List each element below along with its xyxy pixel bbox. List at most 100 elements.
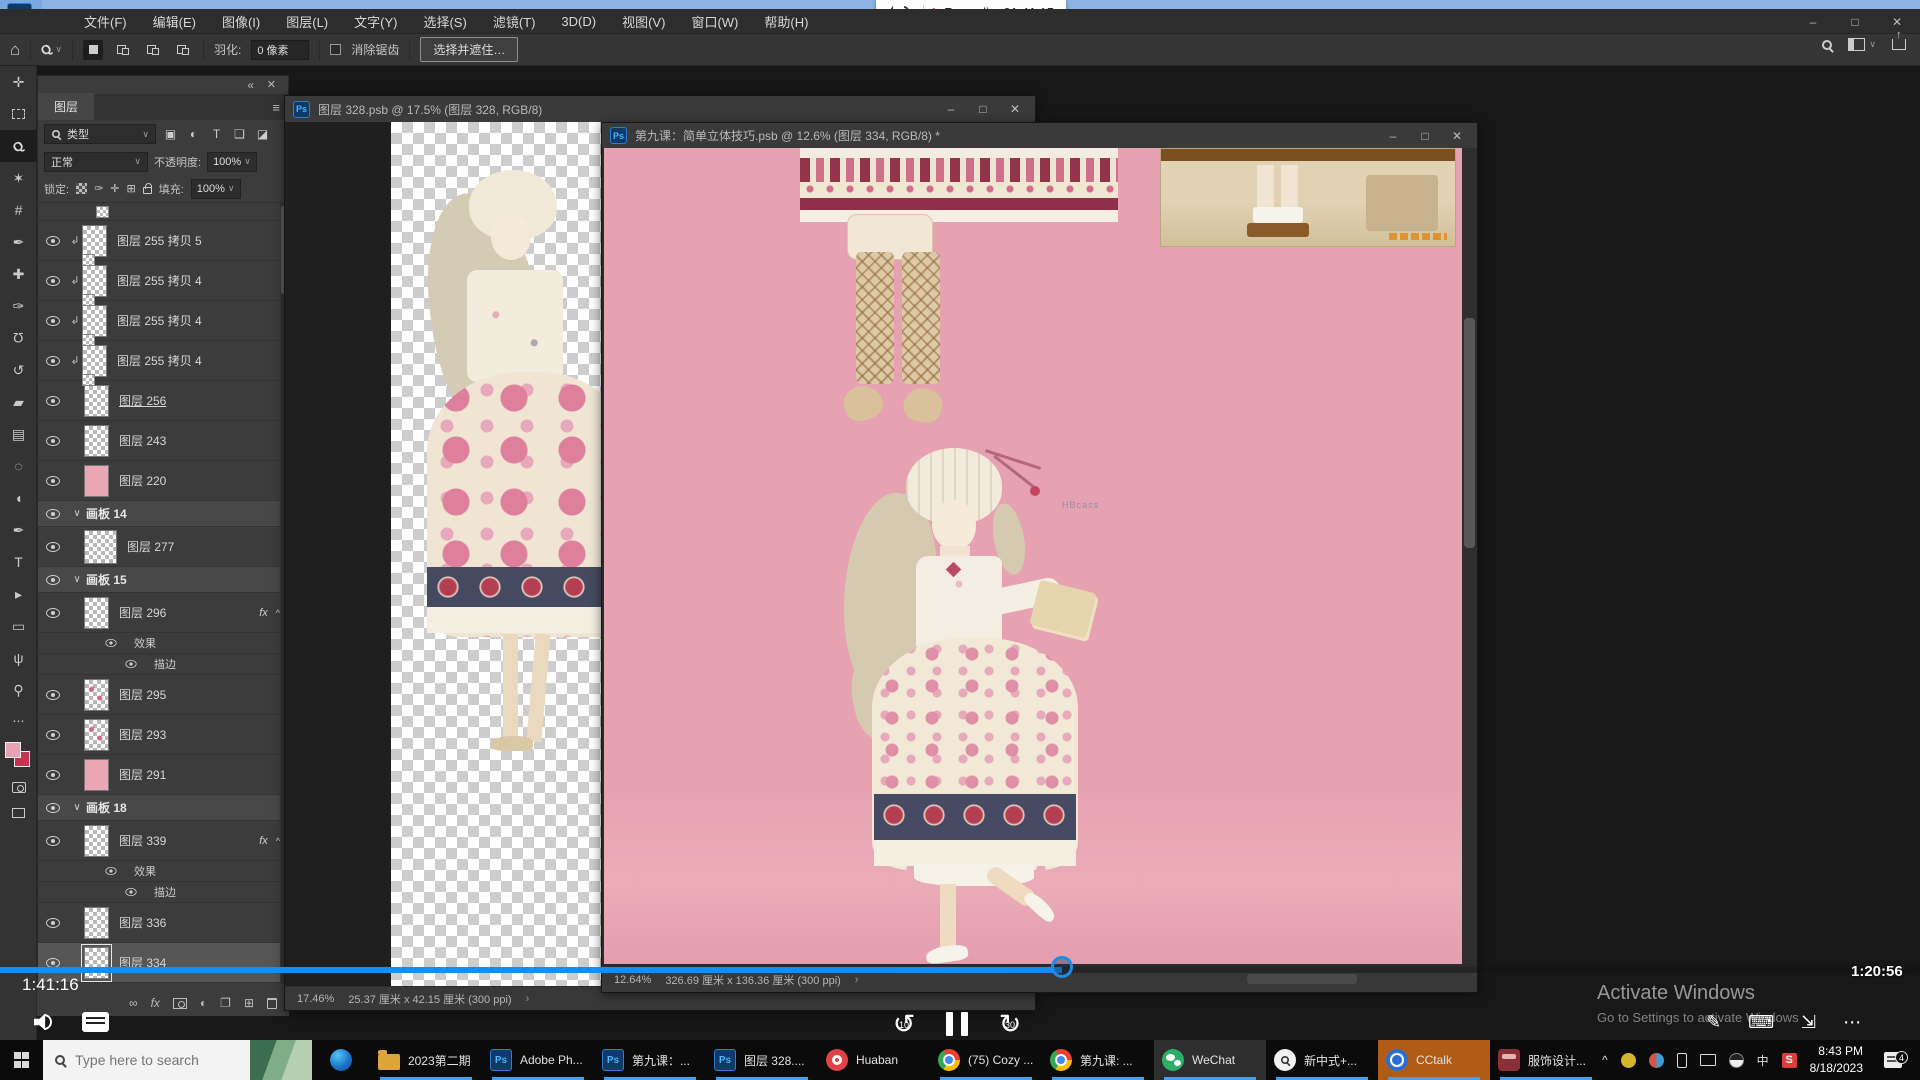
- share-icon[interactable]: [1892, 39, 1906, 50]
- filter-type-layers-icon[interactable]: T: [208, 127, 225, 141]
- menu-item-3[interactable]: 图层(L): [286, 12, 328, 31]
- layer-name[interactable]: 图层 293: [119, 726, 166, 743]
- exit-fullscreen-icon[interactable]: ⇲: [1801, 1012, 1816, 1033]
- artboard-name[interactable]: 画板 18: [86, 799, 127, 816]
- visibility-toggle[interactable]: [38, 803, 68, 813]
- edit-toolbar-icon[interactable]: ⋯: [0, 708, 37, 734]
- taskbar-item-edge[interactable]: [312, 1040, 370, 1080]
- collapse-panel-icon[interactable]: «: [247, 78, 254, 92]
- doc1-zoom-level[interactable]: 17.46%: [297, 993, 334, 1005]
- doc1-minimize-button[interactable]: –: [935, 96, 967, 122]
- visibility-toggle[interactable]: [38, 476, 68, 486]
- visibility-toggle[interactable]: [38, 436, 68, 446]
- filter-type-dropdown[interactable]: 类型 ∨: [44, 124, 156, 144]
- filter-smart-objects-icon[interactable]: ◪: [254, 127, 271, 141]
- doc2-horizontal-scrollbar[interactable]: [1247, 974, 1357, 984]
- taskbar-item-服饰设计...[interactable]: 服饰设计...: [1490, 1040, 1602, 1080]
- sogou-input-icon[interactable]: S: [1782, 1053, 1797, 1068]
- new-selection-mode-button[interactable]: [83, 40, 103, 60]
- artboard-row[interactable]: ∨画板 15: [38, 567, 288, 593]
- artboard-name[interactable]: 画板 14: [86, 505, 127, 522]
- hand-tool[interactable]: ψ: [0, 642, 37, 674]
- layer-thumbnail[interactable]: [84, 465, 109, 497]
- gradient-tool[interactable]: ▤: [0, 418, 37, 450]
- taskbar-item-Adobe Ph...[interactable]: PsAdobe Ph...: [482, 1040, 594, 1080]
- layer-row[interactable]: ↲图层 255 拷贝 5: [38, 221, 288, 261]
- layer-row[interactable]: 图层 291: [38, 755, 288, 795]
- minimize-button[interactable]: –: [1792, 9, 1834, 34]
- layer-name[interactable]: 图层 295: [119, 686, 166, 703]
- lock-position-icon[interactable]: ✛: [110, 182, 119, 195]
- status-arrow-icon[interactable]: ›: [526, 993, 530, 1005]
- layer-thumbnail[interactable]: [84, 530, 117, 564]
- layer-row[interactable]: ↲图层 255 拷贝 4: [38, 261, 288, 301]
- taskbar-item-2023第二期[interactable]: 2023第二期: [370, 1040, 482, 1080]
- eraser-tool[interactable]: ▰: [0, 386, 37, 418]
- tray-chevron-up-icon[interactable]: ^: [1602, 1053, 1608, 1067]
- layer-thumbnail[interactable]: [84, 719, 109, 751]
- lock-artboard-icon[interactable]: ⊞: [127, 182, 136, 195]
- history-brush-tool[interactable]: ↺: [0, 354, 37, 386]
- menu-item-8[interactable]: 视图(V): [622, 12, 665, 31]
- visibility-toggle[interactable]: [38, 542, 68, 552]
- pause-button[interactable]: [946, 1012, 968, 1036]
- filter-shape-layers-icon[interactable]: ❏: [231, 127, 248, 141]
- menu-item-7[interactable]: 3D(D): [561, 14, 596, 29]
- layer-fx-badge[interactable]: fx^: [259, 835, 280, 847]
- doc1-titlebar[interactable]: Ps 图层 328.psb @ 17.5% (图层 328, RGB/8) – …: [285, 96, 1035, 122]
- volume-button[interactable]: [34, 1013, 52, 1031]
- clock[interactable]: 8:43 PM 8/18/2023: [1810, 1043, 1863, 1078]
- link-layers-icon[interactable]: ∞: [129, 996, 138, 1010]
- menu-item-5[interactable]: 选择(S): [423, 12, 466, 31]
- foreground-color-swatch[interactable]: [5, 742, 21, 758]
- tool-preset-picker[interactable]: Q ∨: [41, 42, 62, 57]
- pen-tool[interactable]: ✒: [0, 514, 37, 546]
- layer-row[interactable]: 图层 256: [38, 381, 288, 421]
- artboard-name[interactable]: 画板 15: [86, 571, 127, 588]
- close-panel-icon[interactable]: ✕: [267, 78, 276, 91]
- ime-indicator[interactable]: 中: [1757, 1052, 1769, 1069]
- tray-app-icon-yellow[interactable]: [1621, 1053, 1636, 1068]
- layer-name[interactable]: 图层 256: [119, 392, 166, 409]
- layer-row[interactable]: 图层 277: [38, 527, 288, 567]
- doc2-minimize-button[interactable]: –: [1377, 123, 1409, 148]
- dodge-tool[interactable]: ◖: [0, 482, 37, 514]
- chevron-down-icon[interactable]: ∨: [68, 802, 86, 813]
- layer-thumbnail[interactable]: [84, 425, 109, 457]
- taskbar-item-Huaban[interactable]: Huaban: [818, 1040, 930, 1080]
- tray-monitor-icon[interactable]: [1700, 1054, 1716, 1066]
- doc2-close-button[interactable]: ✕: [1441, 123, 1473, 148]
- feather-input[interactable]: [251, 40, 309, 60]
- taskbar-item-(75) Cozy ...[interactable]: (75) Cozy ...: [930, 1040, 1042, 1080]
- new-group-icon[interactable]: ❐: [220, 996, 231, 1010]
- taskbar-item-CCtalk[interactable]: CCtalk: [1378, 1040, 1490, 1080]
- taskbar-item-第九课: ...[interactable]: 第九课: ...: [1042, 1040, 1154, 1080]
- layer-thumbnail[interactable]: [82, 225, 107, 257]
- status-arrow-icon[interactable]: ›: [855, 974, 859, 986]
- workspace-switcher[interactable]: ∨: [1848, 38, 1876, 51]
- visibility-toggle[interactable]: [38, 236, 68, 246]
- layer-name[interactable]: 图层 220: [119, 472, 166, 489]
- tray-penguin-icon[interactable]: [1729, 1053, 1744, 1068]
- subtitle-button[interactable]: [82, 1012, 109, 1032]
- search-icon[interactable]: [1822, 40, 1832, 50]
- panel-menu-icon[interactable]: ≡: [272, 100, 280, 115]
- visibility-toggle[interactable]: [38, 730, 68, 740]
- notification-center-button[interactable]: 4: [1876, 1052, 1910, 1068]
- menu-item-6[interactable]: 滤镜(T): [493, 12, 536, 31]
- type-tool[interactable]: T: [0, 546, 37, 578]
- visibility-toggle[interactable]: [119, 660, 143, 668]
- layer-row[interactable]: 图层 336: [38, 903, 288, 943]
- add-selection-mode-button[interactable]: [113, 40, 133, 60]
- new-layer-icon[interactable]: ⊞: [244, 996, 254, 1010]
- layer-name[interactable]: 图层 255 拷贝 4: [117, 352, 202, 369]
- layer-row[interactable]: 图层 220: [38, 461, 288, 501]
- visibility-toggle[interactable]: [38, 958, 68, 968]
- layer-row[interactable]: ↲图层 255 拷贝 4: [38, 341, 288, 381]
- visibility-toggle[interactable]: [38, 356, 68, 366]
- doc2-canvas[interactable]: HBcass: [604, 148, 1462, 964]
- brush-tool[interactable]: ✑: [0, 290, 37, 322]
- visibility-toggle[interactable]: [38, 608, 68, 618]
- fill-value[interactable]: 100% ∨: [191, 179, 241, 199]
- lock-all-icon[interactable]: [143, 187, 152, 194]
